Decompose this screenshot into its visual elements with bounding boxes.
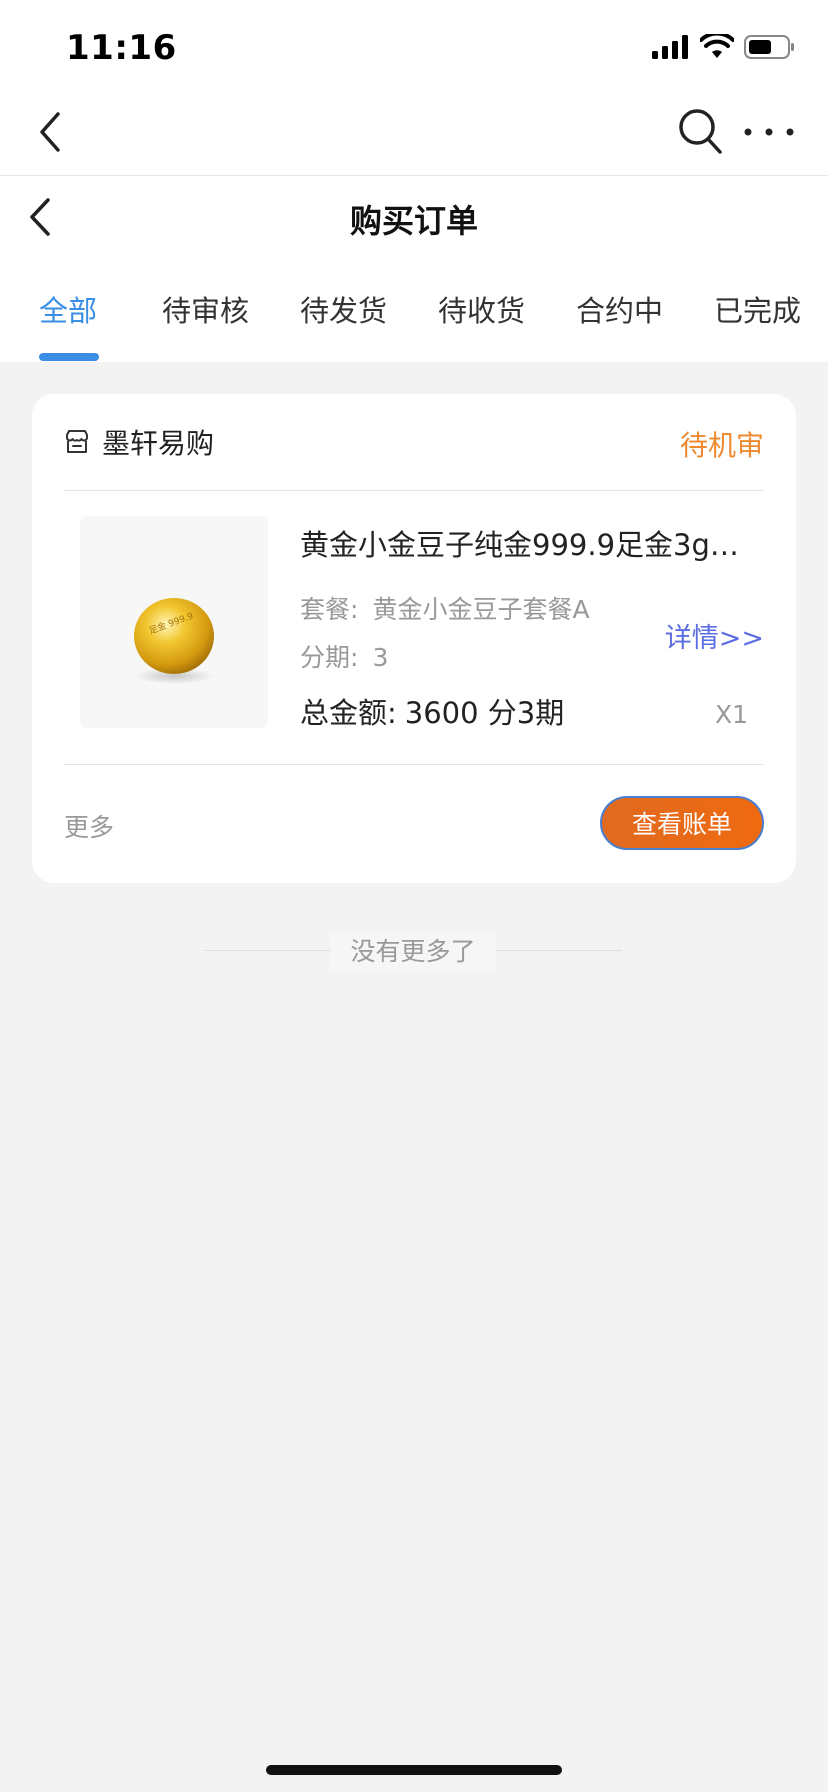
battery-icon: [744, 35, 794, 59]
product-name[interactable]: 黄金小金豆子纯金999.9足金3g…: [300, 522, 750, 564]
tab-completed[interactable]: 已完成: [714, 288, 801, 330]
card-divider-top: [64, 490, 764, 491]
installment-row: 分期: 3: [300, 638, 388, 674]
card-divider-bottom: [64, 764, 764, 765]
package-value: 黄金小金豆子套餐A: [372, 595, 590, 624]
end-line-right: [496, 950, 622, 951]
total-label: 总金额:: [300, 696, 397, 730]
installment-label: 分期:: [300, 643, 359, 672]
total-row: 总金额: 3600 分3期: [300, 690, 564, 732]
nav-divider: [0, 175, 828, 176]
view-bill-button[interactable]: 查看账单: [600, 796, 764, 850]
end-line-left: [204, 950, 330, 951]
order-card: 墨轩易购 待机审 足金 999.9 黄金小金豆子纯金999.9足金3g… 套餐:…: [32, 394, 796, 883]
tab-pending-receipt[interactable]: 待收货: [438, 288, 525, 330]
total-value: 3600 分3期: [404, 696, 565, 730]
detail-link[interactable]: 详情>>: [665, 616, 764, 655]
search-icon[interactable]: [676, 106, 724, 156]
browser-back-icon[interactable]: [30, 108, 74, 156]
product-image[interactable]: 足金 999.9: [80, 516, 268, 728]
status-time: 11:16: [66, 28, 177, 68]
order-status: 待机审: [679, 429, 764, 462]
order-tabs: 全部 待审核 待发货 待收货 合约中 已完成: [0, 288, 828, 362]
package-row: 套餐: 黄金小金豆子套餐A: [300, 590, 590, 626]
list-end-text: 没有更多了: [330, 933, 496, 971]
tab-pending-review[interactable]: 待审核: [162, 288, 249, 330]
tab-in-contract[interactable]: 合约中: [576, 288, 663, 330]
home-indicator: [266, 1765, 562, 1775]
more-icon[interactable]: [742, 112, 796, 152]
quantity: X1: [714, 700, 748, 729]
page-title: 购买订单: [349, 202, 478, 240]
wifi-icon: [700, 34, 734, 58]
more-link[interactable]: 更多: [64, 808, 114, 844]
shop-name: 墨轩易购: [102, 427, 215, 460]
tab-pending-shipment[interactable]: 待发货: [300, 288, 387, 330]
status-icons: [652, 34, 796, 60]
active-tab-indicator: [39, 353, 99, 361]
installment-value: 3: [372, 643, 389, 672]
package-label: 套餐:: [300, 595, 359, 624]
store-icon: [66, 430, 88, 453]
signal-icon: [652, 35, 688, 59]
tab-all[interactable]: 全部: [39, 288, 97, 330]
shop-row[interactable]: 墨轩易购: [64, 422, 214, 462]
